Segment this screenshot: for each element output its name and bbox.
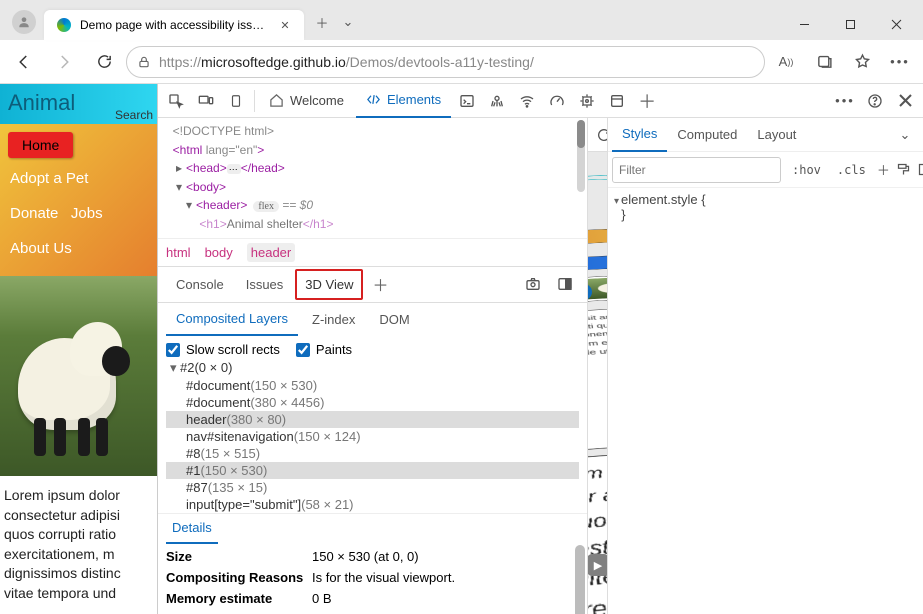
3d-view-pane[interactable]: Lorem ipsum dolor, sit amet consectetur … [588, 118, 607, 614]
tab-add-button[interactable]: ＋ [633, 87, 661, 115]
window-minimize-button[interactable] [781, 8, 827, 40]
styles-rules[interactable]: ▾element.style { } [608, 188, 923, 226]
page-nav: Home Adopt a Pet Donate Jobs About Us [0, 124, 157, 276]
subtab-zindex[interactable]: Z-index [302, 303, 365, 336]
device-toolbar-button[interactable] [192, 87, 220, 115]
nav-refresh-button[interactable] [86, 44, 122, 80]
page-title: Animal [8, 90, 75, 115]
tab-console-icon[interactable] [453, 87, 481, 115]
drawer-dock-button[interactable] [551, 270, 579, 298]
tab-network-icon[interactable] [513, 87, 541, 115]
drawer-tab-3dview[interactable]: 3D View [295, 269, 363, 300]
tab-application-icon[interactable] [603, 87, 631, 115]
page-header: Animal Search [0, 84, 157, 124]
layer-1-row: #1(150 × 530) [166, 462, 579, 479]
styles-paint-button[interactable] [896, 156, 911, 184]
subtab-composited[interactable]: Composited Layers [166, 303, 298, 336]
tab-elements[interactable]: Elements [356, 84, 451, 118]
styles-computed-toggle[interactable] [917, 156, 923, 184]
styles-filter-input[interactable] [612, 157, 781, 183]
3d-nav-layer [588, 252, 607, 277]
details-body: Size150 × 530 (at 0, 0) Compositing Reas… [158, 543, 587, 614]
drawer-tab-issues[interactable]: Issues [236, 267, 294, 302]
drawer-capture-button[interactable] [519, 270, 547, 298]
collections-button[interactable] [807, 45, 841, 79]
crumb-html[interactable]: html [166, 245, 191, 260]
drawer-tab-console[interactable]: Console [166, 267, 234, 302]
url-text: https://microsoftedge.github.io/Demos/de… [159, 54, 754, 70]
new-tab-button[interactable]: ＋ [308, 8, 336, 36]
tab-sources-icon[interactable] [483, 87, 511, 115]
dom-scroll-thumb[interactable] [577, 120, 585, 148]
chk-paints[interactable]: Paints [296, 342, 352, 358]
details-scrollbar[interactable] [575, 545, 585, 614]
read-aloud-button[interactable]: A)) [769, 45, 803, 79]
styles-expand-button[interactable]: ⌄ [891, 121, 919, 149]
3d-header-layer [588, 226, 607, 251]
nav-about[interactable]: About Us [0, 231, 157, 266]
tab-performance-icon[interactable] [543, 87, 571, 115]
nav-back-button[interactable] [6, 44, 42, 80]
home-icon [269, 93, 284, 108]
chk-slow-scroll[interactable]: Slow scroll rects [166, 342, 280, 358]
crumb-body[interactable]: body [205, 245, 233, 260]
styles-tab-styles[interactable]: Styles [612, 118, 667, 152]
styles-tab-computed[interactable]: Computed [667, 118, 747, 152]
nav-donate-jobs[interactable]: Donate Jobs [0, 196, 157, 231]
favorite-button[interactable] [845, 45, 879, 79]
layer-header-row: header(380 × 80) [166, 411, 579, 428]
tab-memory-icon[interactable] [573, 87, 601, 115]
nav-home[interactable]: Home [8, 132, 73, 158]
device-emulation-button[interactable] [222, 87, 250, 115]
layer-tree[interactable]: ▾#2(0 × 0) #document(150 × 530) #documen… [158, 359, 587, 513]
page-search-label[interactable]: Search [115, 108, 153, 122]
crumb-header[interactable]: header [247, 243, 295, 262]
3d-text-layer-small: Lorem ipsum dolor, sit amet consectetur … [588, 304, 607, 462]
styles-tab-layout[interactable]: Layout [747, 118, 806, 152]
close-tab-icon[interactable]: ✕ [278, 18, 292, 32]
hero-image [0, 276, 157, 476]
styles-pane: Styles Computed Layout ⌄ :hov .cls ＋ [607, 118, 923, 614]
3d-text-layer-big: Lorem ipsum dolor, sit amet consectetur … [588, 443, 607, 614]
profile-icon[interactable] [12, 10, 36, 34]
devtools-close-button[interactable] [891, 87, 919, 115]
nav-forward-button [46, 44, 82, 80]
devtools-more-button[interactable]: ••• [831, 87, 859, 115]
dom-tree[interactable]: <!DOCTYPE html> <html lang="en"> ▸<head>… [158, 118, 587, 238]
devtools-help-button[interactable] [861, 87, 889, 115]
window-maximize-button[interactable] [827, 8, 873, 40]
tab-title: Demo page with accessibility iss… [80, 18, 270, 32]
lock-icon [137, 55, 151, 69]
inspect-element-button[interactable] [162, 87, 190, 115]
tab-details[interactable]: Details [166, 514, 218, 544]
cls-button[interactable]: .cls [832, 163, 871, 177]
browser-tab[interactable]: Demo page with accessibility iss… ✕ [44, 10, 304, 40]
code-icon [366, 92, 381, 107]
address-bar[interactable]: https://microsoftedge.github.io/Demos/de… [126, 46, 765, 78]
3d-pan-right[interactable]: ▶ [588, 554, 607, 576]
hov-button[interactable]: :hov [787, 163, 826, 177]
tab-actions-button[interactable]: ⌄ [336, 8, 360, 36]
3d-layer-outline-small [588, 175, 607, 181]
page-lorem: Lorem ipsum dolor consectetur adipisi qu… [0, 476, 157, 604]
more-button[interactable]: ••• [883, 45, 917, 79]
tab-welcome[interactable]: Welcome [259, 84, 354, 118]
dom-breadcrumb[interactable]: html body header [158, 238, 587, 266]
demo-page: Animal Search Home Adopt a Pet Donate Jo… [0, 84, 157, 614]
3d-refresh-button[interactable] [596, 121, 607, 149]
window-close-button[interactable] [873, 8, 919, 40]
devtools: Welcome Elements ＋ [157, 84, 923, 614]
new-style-rule-button[interactable]: ＋ [877, 156, 890, 184]
edge-favicon-icon [56, 17, 72, 33]
subtab-dom[interactable]: DOM [369, 303, 419, 336]
nav-adopt[interactable]: Adopt a Pet [0, 161, 157, 196]
drawer-add-button[interactable]: ＋ [365, 267, 395, 302]
